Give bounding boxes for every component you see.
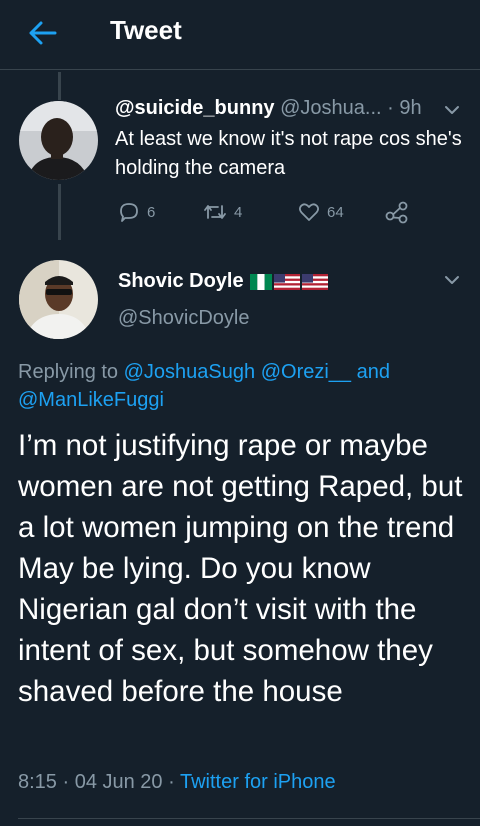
usa-flag-icon [273, 273, 300, 290]
author-name[interactable]: Shovic Doyle [118, 270, 328, 293]
tweet-menu-button[interactable] [442, 270, 462, 290]
parent-handle[interactable]: @Joshua... [280, 97, 381, 119]
like-action[interactable]: 64 [297, 200, 344, 224]
tweet-timestamp: 8:15 · 04 Jun 20 · [18, 771, 175, 793]
divider [18, 818, 480, 819]
top-bar: Tweet [0, 0, 480, 70]
replying-and[interactable]: and [357, 361, 390, 383]
display-name[interactable]: Shovic Doyle [118, 270, 244, 293]
mention-link[interactable]: @ManLikeFuggi [18, 389, 164, 411]
tweet-menu-button[interactable] [442, 100, 462, 120]
thread-line [58, 72, 61, 100]
share-icon [385, 201, 408, 224]
tweet-text: I’m not justifying rape or maybe women a… [18, 429, 463, 708]
avatar[interactable] [19, 260, 98, 339]
like-count: 64 [327, 203, 344, 221]
back-button[interactable] [26, 18, 60, 48]
retweet-icon [204, 205, 226, 219]
chevron-down-icon [445, 276, 459, 284]
author-handle[interactable]: @ShovicDoyle [118, 307, 249, 330]
share-action[interactable] [384, 200, 410, 224]
flag-emojis [249, 273, 328, 290]
heart-icon [298, 203, 320, 221]
reply-count: 6 [147, 203, 156, 221]
thread-line [58, 184, 61, 240]
parent-username[interactable]: @suicide_bunny [115, 97, 275, 119]
avatar[interactable] [19, 101, 98, 180]
tweet-source-link[interactable]: Twitter for iPhone [180, 771, 336, 793]
replying-prefix: Replying to [18, 361, 119, 383]
arrow-left-icon [29, 21, 57, 45]
parent-tweet-text: At least we know it's not rape cos she's… [115, 128, 462, 179]
meta-separator: · [387, 97, 394, 119]
nigeria-flag-icon [249, 273, 272, 290]
chevron-down-icon [445, 106, 459, 114]
mention-link[interactable]: @Orezi__ [261, 361, 351, 383]
usa-flag-icon [301, 273, 328, 290]
tweet-meta: 8:15 · 04 Jun 20 · Twitter for iPhone [18, 771, 336, 794]
mention-link[interactable]: @JoshuaSugh [124, 361, 256, 383]
reply-header: @suicide_bunny @Joshua... · 9h [115, 97, 422, 120]
replying-to: Replying to @JoshuaSugh @Orezi__ and @Ma… [18, 358, 468, 414]
comment-icon [120, 203, 138, 222]
reply-action[interactable]: 6 [117, 200, 155, 224]
retweet-action[interactable]: 4 [202, 200, 242, 224]
page-title: Tweet [110, 15, 182, 45]
parent-time: 9h [399, 97, 422, 119]
retweet-count: 4 [234, 203, 243, 221]
